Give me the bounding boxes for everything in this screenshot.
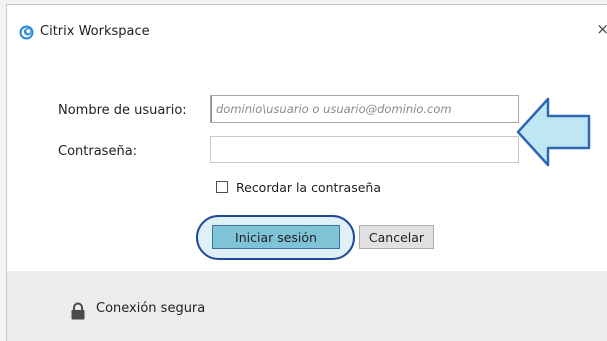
login-button[interactable]: Iniciar sesión: [212, 225, 340, 249]
secure-connection-label: Conexión segura: [96, 301, 206, 316]
password-label: Contraseña:: [58, 144, 138, 159]
remember-password-checkbox[interactable]: [216, 181, 228, 193]
remember-password-row[interactable]: Recordar la contraseña: [216, 179, 381, 195]
lock-icon: [71, 302, 85, 320]
left-arrow-icon: [516, 97, 591, 167]
citrix-logo-icon: [19, 25, 34, 40]
login-dialog: Citrix Workspace × Nombre de usuario: Co…: [6, 4, 607, 341]
username-input[interactable]: [210, 95, 519, 123]
footer: Conexión segura: [7, 271, 607, 341]
cancel-button[interactable]: Cancelar: [359, 225, 434, 249]
remember-password-label: Recordar la contraseña: [236, 179, 381, 195]
close-icon[interactable]: ×: [596, 22, 607, 37]
title-bar: Citrix Workspace ×: [7, 5, 607, 57]
window-title: Citrix Workspace: [40, 24, 150, 39]
username-label: Nombre de usuario:: [58, 103, 187, 118]
password-input[interactable]: [210, 136, 519, 163]
